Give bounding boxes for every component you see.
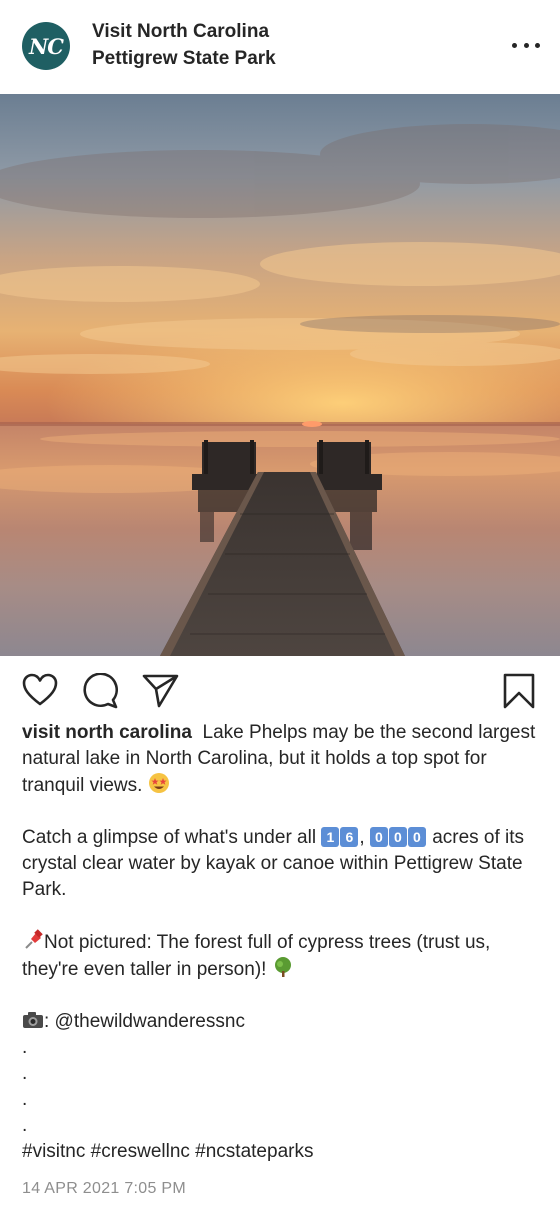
heart-icon[interactable] <box>22 673 58 707</box>
keycap-digit: 1 <box>321 827 340 847</box>
pushpin-emoji-icon <box>25 929 43 949</box>
bookmark-icon[interactable] <box>502 673 536 709</box>
account-name[interactable]: Visit North Carolina <box>92 21 269 43</box>
caption-credit[interactable]: : @thewildwanderessnc <box>44 1011 245 1032</box>
action-bar <box>0 656 560 724</box>
post-timestamp: 14 APR 2021 7:05 PM <box>22 1180 187 1197</box>
comment-icon[interactable] <box>82 673 118 709</box>
caption-username[interactable]: visit north carolina <box>22 722 192 743</box>
post-header: NC Visit North Carolina Pettigrew State … <box>0 0 560 94</box>
post-photo[interactable] <box>0 94 560 656</box>
post-caption: visit north carolina Lake Phelps may be … <box>22 720 542 1165</box>
caption-paragraph-3: Not pictured: The forest full of cypress… <box>22 932 491 980</box>
caption-dot: . <box>22 1089 28 1110</box>
avatar[interactable]: NC <box>22 22 70 70</box>
caption-hashtags[interactable]: #visitnc #creswellnc #ncstateparks <box>22 1139 542 1165</box>
caption-dot: . <box>22 1115 28 1136</box>
caption-dot: . <box>22 1063 28 1084</box>
caption-comma: , <box>359 827 365 848</box>
tree-emoji-icon <box>274 957 291 977</box>
caption-paragraph-2a: Catch a glimpse of what's under all <box>22 827 317 848</box>
keycap-digit: 0 <box>407 827 426 847</box>
more-options-icon[interactable] <box>512 43 540 51</box>
caption-dot: . <box>22 1037 28 1058</box>
keycap-digit: 0 <box>369 827 388 847</box>
location-link[interactable]: Pettigrew State Park <box>92 48 276 70</box>
send-icon[interactable] <box>142 673 180 709</box>
keycap-digit: 6 <box>340 827 359 847</box>
star-struck-emoji-icon <box>148 773 169 793</box>
keycap-digit: 0 <box>388 827 407 847</box>
camera-emoji-icon <box>23 1012 43 1028</box>
